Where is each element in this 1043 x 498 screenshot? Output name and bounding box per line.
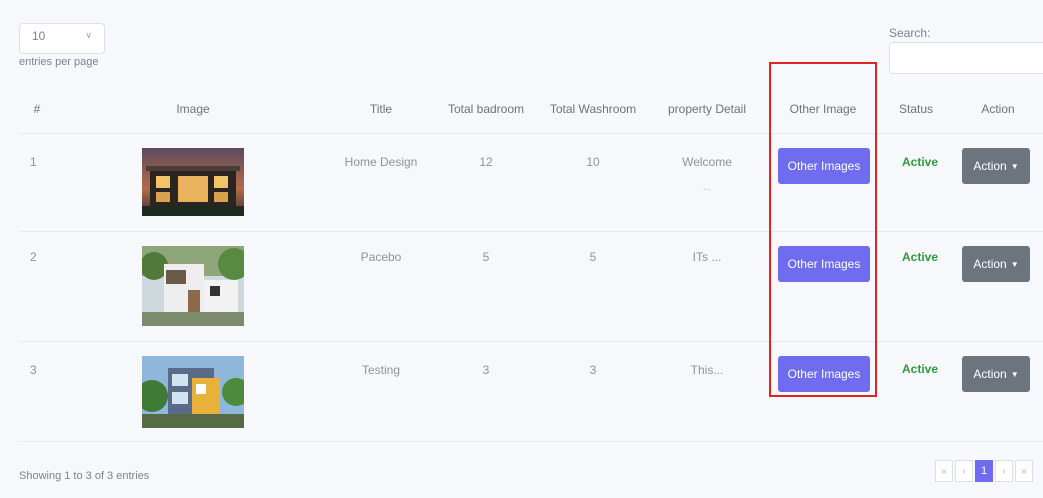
row-washrooms: 3 [589,363,597,377]
column-header-property-detail[interactable]: property Detail [668,102,746,116]
action-dropdown-button[interactable]: Action ▼ [962,246,1030,282]
entries-per-page-label: entries per page [19,56,99,68]
row-title: Pacebo [360,250,402,264]
status-badge: Active [902,250,939,264]
action-dropdown-button[interactable]: Action ▼ [962,356,1030,392]
caret-down-icon: ▼ [1010,260,1019,270]
column-header-status[interactable]: Status [899,102,933,116]
search-label: Search: [889,26,931,40]
row-washrooms: 5 [589,250,597,264]
column-header-total-washroom[interactable]: Total Washroom [550,102,636,116]
pagination-last-button[interactable]: » [1015,460,1033,482]
action-label: Action [973,257,1007,271]
pagination: « ‹ 1 › » [935,460,1033,482]
pagination-page-1[interactable]: 1 [975,460,993,482]
pagination-first-button[interactable]: « [935,460,953,482]
column-header-total-bedroom[interactable]: Total badroom [448,102,524,116]
other-image-column-highlight [769,62,877,397]
row-title: Testing [361,363,401,377]
search-input[interactable] [889,42,1043,74]
row-property-detail: This... [690,363,724,377]
chevron-down-icon: ∨ [85,30,92,40]
row-bedrooms: 5 [482,250,490,264]
table-bottom-divider [19,441,1043,442]
row-property-detail-more: ... [702,182,712,193]
row-title: Home Design [344,155,418,169]
entries-per-page-value: 10 [32,29,46,43]
status-badge: Active [902,155,939,169]
caret-down-icon: ▼ [1010,370,1019,380]
row-number: 2 [30,250,37,264]
table-info: Showing 1 to 3 of 3 entries [19,470,150,482]
column-header-title[interactable]: Title [370,102,392,116]
entries-per-page-select[interactable]: 10 ∨ [19,23,105,54]
action-dropdown-button[interactable]: Action ▼ [962,148,1030,184]
row-divider [19,341,1043,342]
pagination-next-button[interactable]: › [995,460,1013,482]
column-header-number[interactable]: # [34,102,41,116]
action-label: Action [973,159,1007,173]
row-number: 1 [30,155,37,169]
header-divider [19,133,1043,134]
row-number: 3 [30,363,37,377]
action-label: Action [973,367,1007,381]
property-image [142,148,244,216]
property-image [142,246,244,326]
row-bedrooms: 3 [482,363,490,377]
property-image [142,356,244,428]
row-washrooms: 10 [586,155,600,169]
column-header-image[interactable]: Image [176,102,209,116]
status-badge: Active [902,362,939,376]
column-header-action[interactable]: Action [981,102,1014,116]
pagination-previous-button[interactable]: ‹ [955,460,973,482]
row-bedrooms: 12 [479,155,493,169]
row-divider [19,231,1043,232]
caret-down-icon: ▼ [1010,162,1019,172]
row-property-detail: ITs ... [692,250,722,264]
row-property-detail: Welcome [682,155,732,169]
